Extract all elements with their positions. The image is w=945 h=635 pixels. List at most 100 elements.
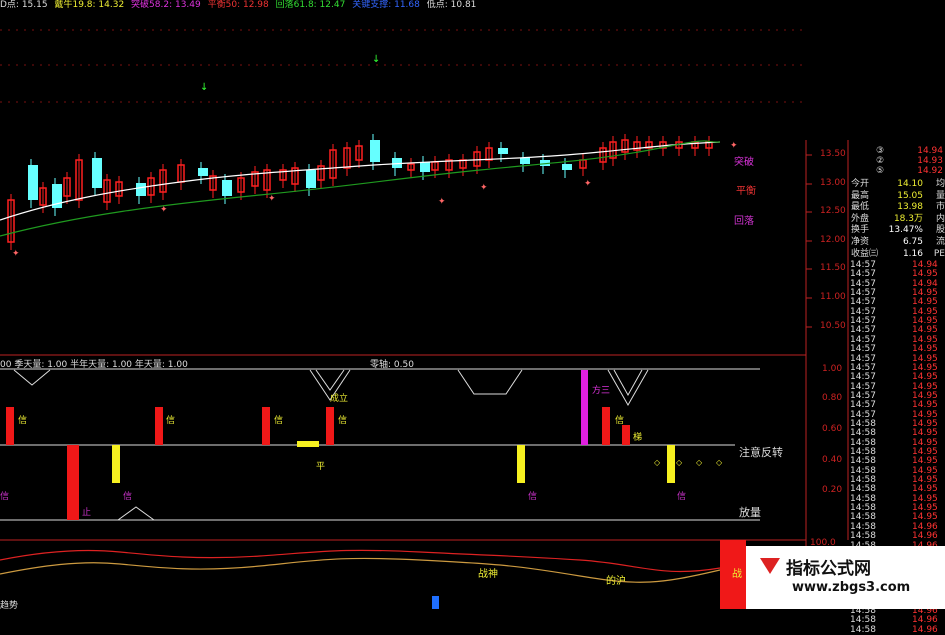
candle-body	[28, 165, 38, 200]
flat-label: 平	[316, 462, 326, 472]
quote-key: 换手	[851, 225, 870, 236]
quote-value: 13.98	[897, 202, 923, 213]
volume-surge-label: 放量	[739, 506, 761, 519]
ind-axis-tick: 0.20	[822, 485, 843, 495]
signal-bar	[6, 407, 14, 445]
candle-body	[562, 164, 572, 170]
quote-row: 外盘 18.3万 内	[848, 214, 945, 224]
signal-bar	[622, 425, 630, 445]
price-tick: 12.50	[820, 206, 846, 216]
price-tick: 13.00	[820, 178, 846, 188]
flat-bar	[297, 441, 319, 447]
ind-axis-tick: 1.00	[822, 364, 843, 374]
quote-value: 14.94	[917, 146, 943, 156]
site-logo-icon	[760, 558, 780, 574]
quote-key: 最低	[851, 202, 870, 213]
signal-label: 信	[528, 492, 538, 502]
quote-extra: 市	[935, 202, 945, 213]
stop-label: 止	[82, 508, 92, 518]
candle-body	[92, 158, 102, 188]
signal-bar	[326, 407, 334, 445]
price-tick: 13.50	[820, 149, 846, 159]
moving-average-lines	[0, 140, 721, 237]
signal-label: 信	[677, 492, 687, 502]
price-tick: 11.50	[820, 263, 846, 273]
site-watermark: 指标公式网 www.zbgs3.com	[746, 546, 945, 609]
chart-surface[interactable]: ✦ ✦ ✦ ✦ ✦ ✦ ↓ ↓ ✦ ◇ ◇ ◇ ◇	[0, 0, 945, 609]
quote-row: 换手 13.47% 股	[848, 225, 945, 235]
quote-key: 净资	[851, 237, 870, 247]
balance-label: 平衡	[736, 186, 756, 197]
quote-key: 收益㈢	[851, 248, 879, 259]
ind-axis-tick: 0.80	[822, 393, 843, 403]
signal-bar	[155, 407, 163, 445]
sell-arrow-marker: ✦	[12, 249, 20, 259]
signal-bar	[602, 407, 610, 445]
breakout-label: 突破	[734, 157, 754, 168]
quote-extra: 流	[935, 237, 945, 247]
signal-label: 信	[274, 416, 284, 426]
tick-row[interactable]: 14:58 14.96	[850, 624, 945, 635]
ind-axis-tick: 0.40	[822, 455, 843, 465]
signal-label: 信	[18, 416, 28, 426]
candle-body	[136, 183, 146, 196]
blue-signal-bar	[432, 596, 439, 609]
quote-value: 15.05	[897, 190, 923, 201]
signal-label: 信	[166, 416, 176, 426]
tick-price: 14.96	[912, 624, 938, 635]
v-shape	[607, 369, 649, 407]
circle-label: ⑤	[876, 166, 885, 176]
yellow-bar	[112, 445, 120, 483]
fang-label: 方三	[592, 386, 611, 396]
watermark-url: www.zbgs3.com	[792, 580, 911, 595]
signal-bar	[262, 407, 270, 445]
candle-body	[520, 158, 530, 164]
quote-row: 最高 15.05 量	[848, 191, 945, 201]
magenta-bar	[581, 370, 588, 445]
quote-value: 1.16	[902, 248, 923, 259]
quote-value: 6.75	[902, 237, 923, 247]
tick-price: 14.96	[912, 615, 938, 626]
quote-extra: PE	[933, 248, 945, 259]
quote-key: 外盘	[851, 213, 870, 224]
buy-arrow-marker: ↓	[200, 82, 208, 93]
candle-body	[222, 180, 232, 196]
gourd-label: 的沪	[606, 576, 626, 587]
quote-key: 最高	[851, 190, 870, 201]
circle-label: ③	[876, 146, 885, 156]
indicator-header: 00 季天量: 1.00 半年天量: 1.00 年天量: 1.00	[0, 360, 188, 370]
war-god-label: 战神	[478, 569, 498, 580]
yellow-bar	[667, 445, 675, 483]
sell-arrow-marker: ✦	[160, 205, 168, 215]
quote-extra: 均	[935, 179, 945, 189]
tick-time: 14:58	[850, 624, 876, 635]
diamond-marker: ◇	[716, 458, 723, 467]
watermark-title: 指标公式网	[786, 559, 871, 579]
quote-value: 14.10	[897, 179, 923, 189]
quote-extra: 量	[935, 190, 945, 201]
quote-key: 今开	[851, 179, 870, 189]
ladder-label: 梯	[633, 433, 643, 443]
stop-bar	[67, 445, 79, 520]
caret-shape	[117, 506, 155, 521]
candle-body	[420, 162, 430, 172]
quote-value: 14.92	[917, 166, 943, 176]
tick-time: 14:58	[850, 615, 876, 626]
tick-row[interactable]: 14:58 14.96	[850, 615, 945, 626]
price-tick: 11.00	[820, 292, 846, 302]
quote-row: 净资 6.75 流	[848, 237, 945, 247]
signal-label: 信	[338, 416, 348, 426]
signal-label: 信	[615, 416, 625, 426]
circle-label: ②	[876, 156, 885, 166]
candle-body	[370, 140, 380, 162]
osc-red-line	[0, 549, 721, 573]
v-shape	[13, 369, 51, 386]
quote-row: 最低 13.98 市	[848, 202, 945, 212]
buy-arrow-marker: ↓	[372, 54, 380, 65]
candle-body	[198, 168, 208, 176]
quote-row: 收益㈢ 1.16 PE	[848, 249, 945, 259]
quote-extra: 股	[935, 225, 945, 236]
quote-value: 14.93	[917, 156, 943, 166]
diamond-marker: ◇	[676, 458, 683, 467]
quote-value: 13.47%	[888, 225, 923, 236]
